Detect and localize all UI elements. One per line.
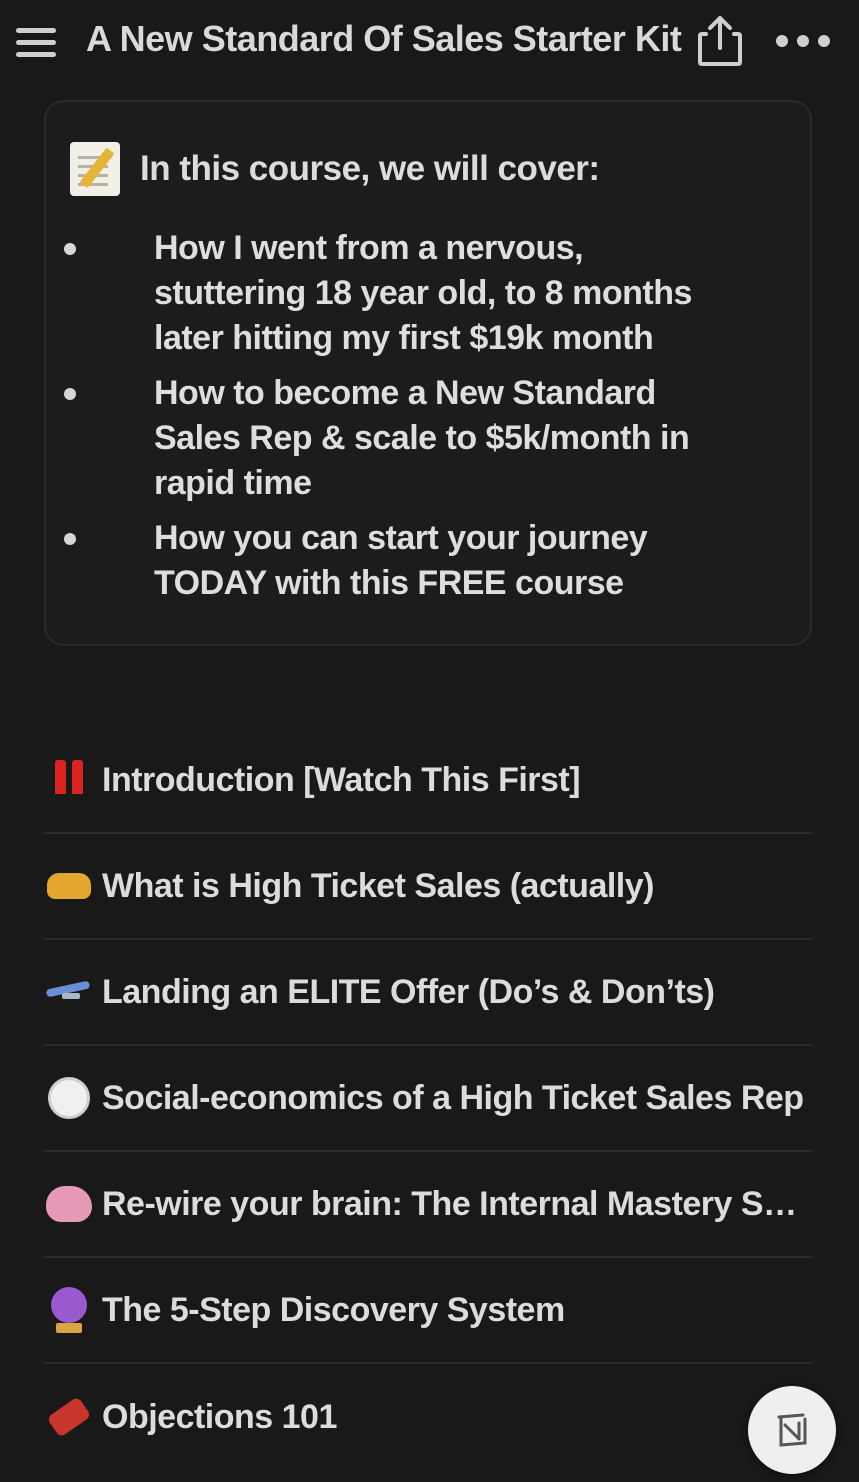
firecracker-icon (44, 1392, 94, 1442)
help-button[interactable] (748, 1386, 836, 1474)
bullet-item: How I went from a nervous, stuttering 18… (64, 226, 708, 361)
lesson-label: Landing an ELITE Offer (Do’s & Don’ts) (102, 972, 715, 1011)
lesson-label: Introduction [Watch This First] (102, 760, 581, 799)
bullet-item: How you can start your journey TODAY wit… (64, 516, 708, 606)
brain-icon (44, 1179, 94, 1229)
memo-icon (70, 142, 120, 196)
bullet-dot-icon (64, 533, 76, 545)
bullet-item: How to become a New Standard Sales Rep &… (64, 371, 708, 506)
clock-icon (44, 1073, 94, 1123)
double-exclamation-icon (44, 755, 94, 805)
crystal-ball-icon (44, 1285, 94, 1335)
lesson-link-social-economics[interactable]: Social-economics of a High Ticket Sales … (44, 1046, 812, 1152)
top-bar: A New Standard Of Sales Starter Kit (0, 0, 859, 84)
bullet-dot-icon (64, 388, 76, 400)
lesson-label: Social-economics of a High Ticket Sales … (102, 1078, 804, 1117)
lesson-label: The 5-Step Discovery System (102, 1290, 565, 1329)
lesson-label: Re-wire your brain: The Internal Mastery… (102, 1184, 812, 1223)
lesson-link-elite-offer[interactable]: Landing an ELITE Offer (Do’s & Don’ts) (44, 940, 812, 1046)
lesson-list: Introduction [Watch This First] What is … (44, 728, 812, 1470)
callout-title: In this course, we will cover: (140, 149, 600, 188)
lesson-link-high-ticket-sales[interactable]: What is High Ticket Sales (actually) (44, 834, 812, 940)
bullet-dot-icon (64, 243, 76, 255)
lesson-link-objections[interactable]: Objections 101 (44, 1364, 812, 1470)
overview-bullet-list: How I went from a nervous, stuttering 18… (64, 226, 708, 616)
lesson-link-introduction[interactable]: Introduction [Watch This First] (44, 728, 812, 834)
lesson-link-rewire-brain[interactable]: Re-wire your brain: The Internal Mastery… (44, 1152, 812, 1258)
lesson-label: What is High Ticket Sales (actually) (102, 866, 654, 905)
hamburger-menu-icon[interactable] (16, 22, 60, 62)
page-title: A New Standard Of Sales Starter Kit (86, 18, 682, 59)
lesson-label: Objections 101 (102, 1397, 337, 1436)
notion-logo-icon (777, 1413, 807, 1447)
handshake-icon (44, 861, 94, 911)
more-dots-icon[interactable] (776, 26, 830, 56)
callout-header: In this course, we will cover: (70, 142, 600, 196)
share-icon[interactable] (696, 12, 744, 68)
airplane-icon (44, 967, 94, 1017)
lesson-link-discovery-system[interactable]: The 5-Step Discovery System (44, 1258, 812, 1364)
